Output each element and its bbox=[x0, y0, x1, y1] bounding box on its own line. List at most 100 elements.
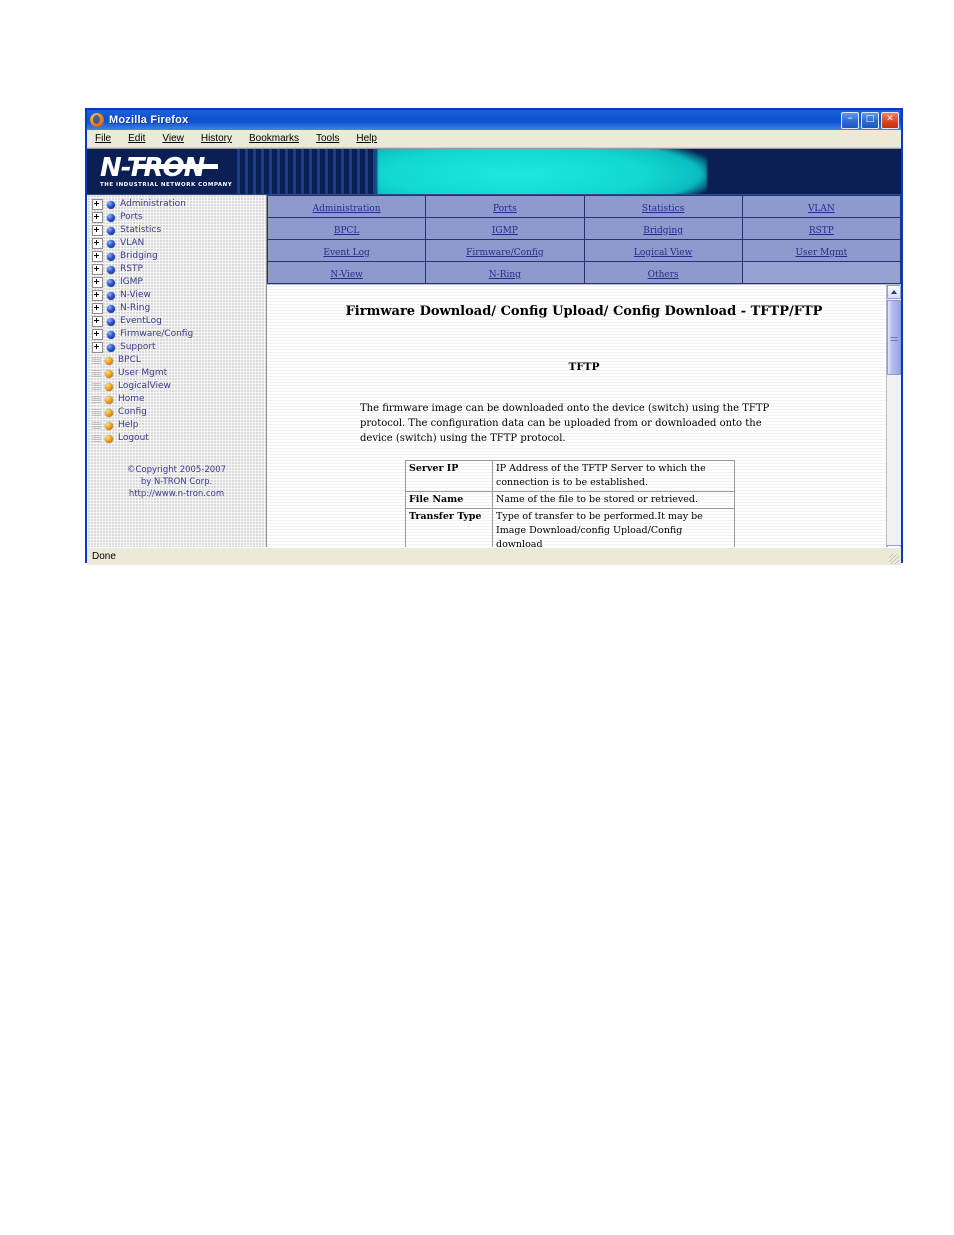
nav-cell-logical-view[interactable]: Logical View bbox=[583, 239, 743, 262]
expand-icon[interactable] bbox=[92, 329, 103, 340]
branch-bullet-icon bbox=[107, 317, 115, 326]
branch-bullet-icon bbox=[107, 330, 115, 339]
sidebar-item-bridging[interactable]: Bridging bbox=[87, 250, 266, 263]
nav-cell-ports[interactable]: Ports bbox=[425, 195, 585, 218]
sidebar-item-label: N-View bbox=[120, 290, 151, 300]
nav-cell-bridging[interactable]: Bridging bbox=[583, 217, 743, 240]
navigation-table: Administration Ports Statistics VLAN BPC… bbox=[267, 195, 901, 284]
scroll-up-button[interactable] bbox=[887, 285, 901, 299]
sidebar-item-vlan[interactable]: VLAN bbox=[87, 237, 266, 250]
nav-cell-bpcl[interactable]: BPCL bbox=[267, 217, 427, 240]
nav-cell-vlan[interactable]: VLAN bbox=[741, 195, 901, 218]
sidebar-item-logicalview[interactable]: LogicalView bbox=[87, 380, 266, 393]
minimize-icon: – bbox=[847, 111, 853, 124]
nav-cell-firmware-config[interactable]: Firmware/Config bbox=[425, 239, 585, 262]
nav-link[interactable]: N-View bbox=[330, 270, 363, 280]
menu-help[interactable]: Help bbox=[356, 133, 377, 144]
nav-link[interactable]: RSTP bbox=[809, 226, 834, 236]
chevron-up-icon bbox=[891, 290, 897, 294]
expand-icon[interactable] bbox=[92, 277, 103, 288]
sidebar-item-n-ring[interactable]: N-Ring bbox=[87, 302, 266, 315]
field-name-file-name: File Name bbox=[405, 491, 493, 509]
sidebar-item-config[interactable]: Config bbox=[87, 406, 266, 419]
nav-link[interactable]: Administration bbox=[313, 204, 381, 214]
nav-cell-empty bbox=[741, 261, 901, 284]
expand-icon[interactable] bbox=[92, 251, 103, 262]
menu-tools[interactable]: Tools bbox=[316, 133, 339, 144]
menu-view[interactable]: View bbox=[162, 133, 184, 144]
nav-cell-igmp[interactable]: IGMP bbox=[425, 217, 585, 240]
nav-cell-user-mgmt[interactable]: User Mgmt bbox=[741, 239, 901, 262]
nav-link[interactable]: Statistics bbox=[642, 204, 684, 214]
sidebar-item-logout[interactable]: Logout bbox=[87, 432, 266, 445]
nav-link[interactable]: Ports bbox=[493, 204, 517, 214]
expand-icon[interactable] bbox=[92, 316, 103, 327]
sidebar-item-rstp[interactable]: RSTP bbox=[87, 263, 266, 276]
nav-cell-administration[interactable]: Administration bbox=[267, 195, 427, 218]
sidebar-item-statistics[interactable]: Statistics bbox=[87, 224, 266, 237]
nav-link[interactable]: Logical View bbox=[634, 248, 692, 258]
nav-cell-rstp[interactable]: RSTP bbox=[741, 217, 901, 240]
expand-icon[interactable] bbox=[92, 225, 103, 236]
expand-icon[interactable] bbox=[92, 264, 103, 275]
nav-cell-statistics[interactable]: Statistics bbox=[583, 195, 743, 218]
leaf-bullet-icon bbox=[105, 421, 113, 430]
scrollbar-thumb[interactable] bbox=[887, 300, 901, 375]
resize-grip-icon[interactable] bbox=[889, 554, 899, 564]
expand-icon[interactable] bbox=[92, 199, 103, 210]
menu-file[interactable]: File bbox=[95, 133, 111, 144]
menu-history[interactable]: History bbox=[201, 133, 232, 144]
expand-icon[interactable] bbox=[92, 290, 103, 301]
nav-link[interactable]: N-Ring bbox=[489, 270, 521, 280]
sidebar-item-ports[interactable]: Ports bbox=[87, 211, 266, 224]
nav-link[interactable]: Firmware/Config bbox=[466, 248, 544, 258]
sidebar-item-support[interactable]: Support bbox=[87, 341, 266, 354]
vertical-scrollbar[interactable] bbox=[886, 285, 901, 547]
close-button[interactable]: ✕ bbox=[881, 112, 899, 129]
sidebar-item-firmware-config[interactable]: Firmware/Config bbox=[87, 328, 266, 341]
tree-connector-icon bbox=[92, 356, 101, 365]
window-titlebar[interactable]: Mozilla Firefox – □ ✕ bbox=[87, 110, 901, 130]
nav-link[interactable]: BPCL bbox=[334, 226, 360, 236]
tree-connector-icon bbox=[92, 382, 101, 391]
table-row: File Name Name of the file to be stored … bbox=[405, 491, 735, 509]
table-row: BPCL IGMP Bridging RSTP bbox=[267, 217, 901, 240]
sidebar-item-eventlog[interactable]: EventLog bbox=[87, 315, 266, 328]
nav-link[interactable]: IGMP bbox=[492, 226, 518, 236]
copyright-url[interactable]: http://www.n-tron.com bbox=[87, 488, 266, 500]
sidebar-item-label: Administration bbox=[120, 199, 186, 209]
expand-icon[interactable] bbox=[92, 238, 103, 249]
sidebar-item-label: Config bbox=[118, 407, 147, 417]
sidebar-item-administration[interactable]: Administration bbox=[87, 198, 266, 211]
sidebar-item-help[interactable]: Help bbox=[87, 419, 266, 432]
leaf-bullet-icon bbox=[105, 395, 113, 404]
expand-icon[interactable] bbox=[92, 212, 103, 223]
nav-link[interactable]: VLAN bbox=[808, 204, 835, 214]
nav-link[interactable]: Event Log bbox=[323, 248, 369, 258]
sidebar-item-user-mgmt[interactable]: User Mgmt bbox=[87, 367, 266, 380]
sidebar-item-igmp[interactable]: IGMP bbox=[87, 276, 266, 289]
menu-edit[interactable]: Edit bbox=[128, 133, 145, 144]
tree-connector-icon bbox=[92, 369, 101, 378]
sidebar-item-bpcl[interactable]: BPCL bbox=[87, 354, 266, 367]
table-row: Event Log Firmware/Config Logical View U… bbox=[267, 239, 901, 262]
minimize-button[interactable]: – bbox=[841, 112, 859, 129]
sidebar-item-n-view[interactable]: N-View bbox=[87, 289, 266, 302]
nav-cell-n-ring[interactable]: N-Ring bbox=[425, 261, 585, 284]
expand-icon[interactable] bbox=[92, 342, 103, 353]
content-area: Administration Ports Statistics VLAN BPC… bbox=[267, 195, 901, 547]
nav-cell-others[interactable]: Others bbox=[583, 261, 743, 284]
nav-cell-n-view[interactable]: N-View bbox=[267, 261, 427, 284]
sidebar-item-home[interactable]: Home bbox=[87, 393, 266, 406]
nav-link[interactable]: Bridging bbox=[643, 226, 683, 236]
field-desc-server-ip: IP Address of the TFTP Server to which t… bbox=[492, 460, 735, 492]
expand-icon[interactable] bbox=[92, 303, 103, 314]
maximize-button[interactable]: □ bbox=[861, 112, 879, 129]
sidebar-item-label: LogicalView bbox=[118, 381, 171, 391]
nav-link[interactable]: User Mgmt bbox=[795, 248, 847, 258]
branch-bullet-icon bbox=[107, 239, 115, 248]
nav-link[interactable]: Others bbox=[648, 270, 679, 280]
branch-bullet-icon bbox=[107, 226, 115, 235]
menu-bookmarks[interactable]: Bookmarks bbox=[249, 133, 299, 144]
nav-cell-event-log[interactable]: Event Log bbox=[267, 239, 427, 262]
